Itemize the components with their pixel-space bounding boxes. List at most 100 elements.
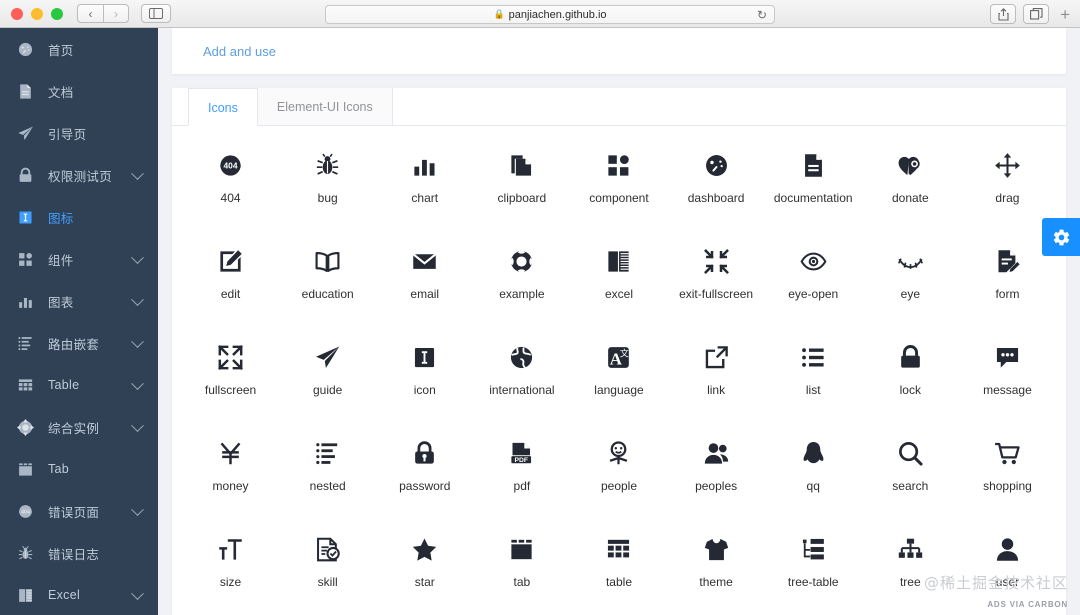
sidebar-item-1[interactable]: 文档 bbox=[0, 70, 158, 112]
minimize-window-button[interactable] bbox=[31, 7, 43, 20]
icon-label: language bbox=[594, 383, 644, 397]
sidebar: 首页 文档引导页权限测试页 图标 组件 图表 路由嵌套 Table 综合实例 Tab 404 错误页… bbox=[0, 28, 158, 615]
icon-cell-bug[interactable]: bug bbox=[279, 148, 376, 214]
icon-label: eye bbox=[900, 287, 920, 301]
settings-button[interactable] bbox=[1042, 218, 1080, 256]
icon-label: dashboard bbox=[687, 191, 745, 205]
svg-text:PDF: PDF bbox=[515, 456, 529, 463]
404-icon: 404 bbox=[16, 502, 35, 521]
icon-cell-tab[interactable]: tab bbox=[473, 532, 570, 598]
icon-cell-list[interactable]: list bbox=[765, 340, 862, 406]
ad-label: ADS VIA CARBON bbox=[987, 600, 1068, 609]
excel-icon bbox=[605, 244, 632, 278]
icon-cell-message[interactable]: message bbox=[959, 340, 1056, 406]
language-icon: A文 bbox=[605, 340, 632, 374]
forward-button[interactable]: › bbox=[103, 4, 129, 23]
watermark-text: @稀土掘金技术社区 bbox=[923, 574, 1068, 592]
icon-cell-size[interactable]: size bbox=[182, 532, 279, 598]
sidebar-item-10[interactable]: Tab bbox=[0, 448, 158, 490]
sidebar-item-6[interactable]: 图表 bbox=[0, 280, 158, 322]
share-button[interactable] bbox=[990, 4, 1017, 24]
icon-cell-qq[interactable]: qq bbox=[765, 436, 862, 502]
icon-cell-email[interactable]: email bbox=[376, 244, 473, 310]
sidebar-item-0[interactable]: 首页 bbox=[0, 28, 158, 70]
icon-cell-guide[interactable]: guide bbox=[279, 340, 376, 406]
sidebar-item-label: 引导页 bbox=[48, 127, 87, 142]
user-icon bbox=[994, 532, 1021, 566]
sidebar-item-13[interactable]: Excel bbox=[0, 574, 158, 615]
icon-cell-dashboard[interactable]: dashboard bbox=[668, 148, 765, 214]
edit-icon bbox=[217, 244, 244, 278]
icon-cell-drag[interactable]: drag bbox=[959, 148, 1056, 214]
icon-cell-fullscreen[interactable]: fullscreen bbox=[182, 340, 279, 406]
icon-icon bbox=[411, 340, 438, 374]
icon-cell-lock[interactable]: lock bbox=[862, 340, 959, 406]
icon-cell-chart[interactable]: chart bbox=[376, 148, 473, 214]
sidebar-item-2[interactable]: 引导页 bbox=[0, 112, 158, 154]
icon-cell-icon[interactable]: icon bbox=[376, 340, 473, 406]
tab-element-ui-icons[interactable]: Element-UI Icons bbox=[256, 88, 393, 125]
icon-cell-table[interactable]: table bbox=[570, 532, 667, 598]
icon-cell-example[interactable]: example bbox=[473, 244, 570, 310]
icon-cell-component[interactable]: component bbox=[570, 148, 667, 214]
close-window-button[interactable] bbox=[11, 7, 23, 20]
breadcrumb-current[interactable]: Add and use bbox=[203, 44, 276, 59]
icon-cell-skill[interactable]: skill bbox=[279, 532, 376, 598]
qq-icon bbox=[800, 436, 827, 470]
icon-label: message bbox=[983, 383, 1032, 397]
icon-cell-edit[interactable]: edit bbox=[182, 244, 279, 310]
icon-cell-education[interactable]: education bbox=[279, 244, 376, 310]
icon-cell-link[interactable]: link bbox=[668, 340, 765, 406]
list-icon bbox=[800, 340, 827, 374]
chrome-right-buttons: + bbox=[990, 4, 1074, 24]
copy-tabs-icon bbox=[1029, 8, 1043, 20]
sidebar-item-9[interactable]: 综合实例 bbox=[0, 406, 158, 448]
new-tab-button[interactable]: + bbox=[1056, 6, 1074, 23]
sidebar-item-12[interactable]: 错误日志 bbox=[0, 532, 158, 574]
maximize-window-button[interactable] bbox=[51, 7, 63, 20]
icon-cell-password[interactable]: password bbox=[376, 436, 473, 502]
icon-cell-404[interactable]: 404 404 bbox=[182, 148, 279, 214]
back-button[interactable]: ‹ bbox=[77, 4, 103, 23]
tab-icons[interactable]: Icons bbox=[188, 88, 258, 126]
sidebar-item-8[interactable]: Table bbox=[0, 364, 158, 406]
sidebar-item-11[interactable]: 404 错误页面 bbox=[0, 490, 158, 532]
icon-cell-pdf[interactable]: PDF pdf bbox=[473, 436, 570, 502]
chevron-down-icon bbox=[131, 167, 144, 181]
show-sidebar-button[interactable] bbox=[141, 4, 171, 23]
reload-icon[interactable]: ↻ bbox=[757, 8, 767, 22]
tab-overview-button[interactable] bbox=[1023, 4, 1050, 24]
sidebar-item-4[interactable]: 图标 bbox=[0, 196, 158, 238]
window-traffic-lights bbox=[0, 7, 63, 20]
icon-cell-exit-fullscreen[interactable]: exit-fullscreen bbox=[668, 244, 765, 310]
icon-cell-peoples[interactable]: peoples bbox=[668, 436, 765, 502]
dashboard-icon bbox=[703, 148, 730, 182]
sidebar-item-5[interactable]: 组件 bbox=[0, 238, 158, 280]
icon-cell-eye[interactable]: eye bbox=[862, 244, 959, 310]
icon-cell-star[interactable]: star bbox=[376, 532, 473, 598]
documentation-icon bbox=[800, 148, 827, 182]
example-icon bbox=[508, 244, 536, 278]
chevron-down-icon bbox=[131, 419, 144, 433]
icon-cell-clipboard[interactable]: clipboard bbox=[473, 148, 570, 214]
search-icon bbox=[897, 436, 924, 470]
icon-cell-donate[interactable]: donate bbox=[862, 148, 959, 214]
sidebar-item-3[interactable]: 权限测试页 bbox=[0, 154, 158, 196]
icon-cell-shopping[interactable]: shopping bbox=[959, 436, 1056, 502]
icon-cell-nested[interactable]: nested bbox=[279, 436, 376, 502]
sidebar-item-7[interactable]: 路由嵌套 bbox=[0, 322, 158, 364]
table-icon bbox=[605, 532, 632, 566]
icon-cell-international[interactable]: international bbox=[473, 340, 570, 406]
icon-cell-tree-table[interactable]: tree-table bbox=[765, 532, 862, 598]
icon-cell-people[interactable]: people bbox=[570, 436, 667, 502]
icon-icon bbox=[16, 208, 35, 227]
icon-cell-theme[interactable]: theme bbox=[668, 532, 765, 598]
address-bar[interactable]: 🔒 panjiachen.github.io ↻ bbox=[325, 5, 775, 24]
icon-cell-eye-open[interactable]: eye-open bbox=[765, 244, 862, 310]
icon-cell-documentation[interactable]: documentation bbox=[765, 148, 862, 214]
icon-cell-search[interactable]: search bbox=[862, 436, 959, 502]
icon-cell-money[interactable]: money bbox=[182, 436, 279, 502]
icon-cell-language[interactable]: A 文 language bbox=[570, 340, 667, 406]
icon-cell-excel[interactable]: excel bbox=[570, 244, 667, 310]
icon-label: shopping bbox=[983, 479, 1032, 493]
